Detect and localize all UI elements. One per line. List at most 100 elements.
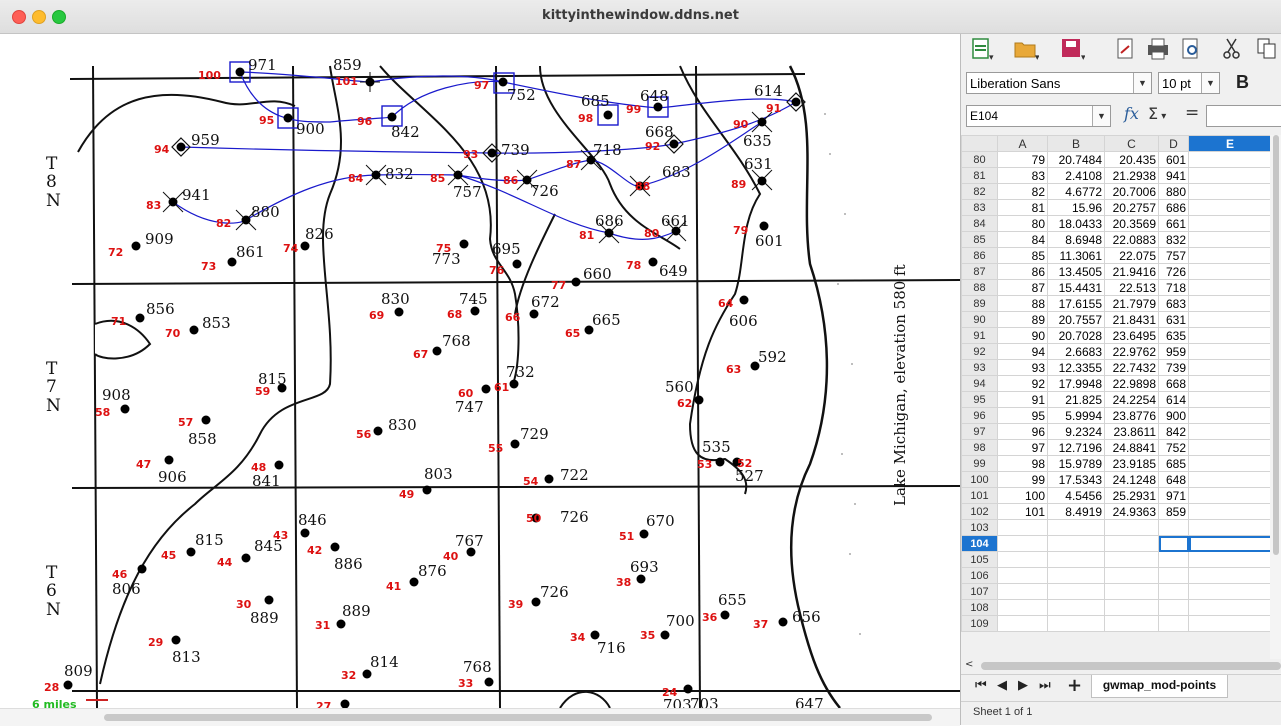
column-header[interactable]: C [1104,135,1159,152]
grid-cell[interactable]: 15.9789 [1047,455,1105,472]
grid-cell[interactable]: 24.1248 [1104,471,1159,488]
row-header[interactable]: 92 [961,343,998,360]
row-header[interactable]: 104 [961,535,998,552]
grid-cell[interactable]: 17.5343 [1047,471,1105,488]
open-folder-icon[interactable]: ▾ [1013,36,1039,62]
grid-cell[interactable]: 81 [997,199,1048,216]
grid-cell[interactable] [1188,375,1272,392]
grid-cell[interactable]: 94 [997,343,1048,360]
row-header[interactable]: 101 [961,487,998,504]
grid-cell[interactable] [1104,519,1159,536]
grid-cell[interactable]: 23.8776 [1104,407,1159,424]
row-header[interactable]: 83 [961,199,998,216]
grid-cell[interactable] [1188,231,1272,248]
chevron-down-icon[interactable]: ▼ [1133,73,1151,93]
row-header[interactable]: 98 [961,439,998,456]
grid-cell[interactable]: 15.4431 [1047,279,1105,296]
grid-cell[interactable]: 20.3569 [1104,215,1159,232]
grid-cell[interactable]: 21.9416 [1104,263,1159,280]
save-icon[interactable]: ▾ [1059,36,1085,62]
grid-cell[interactable]: 17.6155 [1047,295,1105,312]
grid-cell[interactable]: 832 [1158,231,1189,248]
grid-cell[interactable]: 601 [1158,151,1189,168]
next-sheet-icon[interactable]: ▶ [1018,678,1028,693]
row-header[interactable]: 105 [961,551,998,568]
grid-cell[interactable]: 22.0883 [1104,231,1159,248]
row-header[interactable]: 91 [961,327,998,344]
grid-cell[interactable]: 90 [997,327,1048,344]
grid-cell[interactable]: 20.435 [1104,151,1159,168]
grid-cell[interactable]: 17.9948 [1047,375,1105,392]
grid-cell[interactable] [1047,535,1105,552]
grid-cell[interactable]: 22.075 [1104,247,1159,264]
row-header[interactable]: 107 [961,583,998,600]
row-header[interactable]: 103 [961,519,998,536]
function-wizard-icon[interactable]: fx [1124,104,1139,123]
grid-cell[interactable] [997,599,1048,616]
row-header[interactable]: 106 [961,567,998,584]
row-header[interactable]: 89 [961,295,998,312]
row-header[interactable]: 84 [961,215,998,232]
grid-cell[interactable] [1188,487,1272,504]
row-header[interactable]: 108 [961,599,998,616]
grid-cell[interactable] [1188,599,1272,616]
grid-cell[interactable] [1104,583,1159,600]
grid-cell[interactable] [1188,247,1272,264]
grid-cell[interactable]: 683 [1158,295,1189,312]
grid-cell[interactable] [1188,455,1272,472]
scroll-left-icon[interactable]: < [965,659,973,670]
grid-cell[interactable]: 88 [997,295,1048,312]
grid-cell[interactable] [1047,599,1105,616]
grid-cell[interactable]: 25.2931 [1104,487,1159,504]
grid-cell[interactable] [1104,535,1159,552]
grid-cell[interactable]: 98 [997,455,1048,472]
grid-cell[interactable]: 24.9363 [1104,503,1159,520]
grid-cell[interactable] [997,519,1048,536]
grid-cell[interactable]: 21.8431 [1104,311,1159,328]
grid-cell[interactable] [1188,503,1272,520]
row-header[interactable]: 80 [961,151,998,168]
grid-cell[interactable]: 631 [1158,311,1189,328]
grid-cell[interactable] [1188,311,1272,328]
grid-cell[interactable]: 99 [997,471,1048,488]
grid-cell[interactable] [1047,615,1105,632]
grid-cell[interactable]: 86 [997,263,1048,280]
column-header-selected[interactable]: E [1188,135,1272,152]
name-box[interactable]: E104 ▼ [966,105,1111,127]
grid-hscroll-thumb[interactable] [981,662,1281,670]
first-sheet-icon[interactable]: ⏮ [975,678,987,693]
grid-cell[interactable] [1188,567,1272,584]
grid-cell[interactable]: 842 [1158,423,1189,440]
grid-cell[interactable] [1188,551,1272,568]
grid-cell[interactable] [1047,567,1105,584]
grid-cell[interactable] [1188,407,1272,424]
grid-cell[interactable] [1188,327,1272,344]
row-header[interactable]: 94 [961,375,998,392]
row-header[interactable]: 88 [961,279,998,296]
grid-cell[interactable] [1158,551,1189,568]
grid-cell[interactable]: 12.3355 [1047,359,1105,376]
row-header[interactable]: 95 [961,391,998,408]
grid-cell[interactable]: 92 [997,375,1048,392]
grid-cell[interactable] [1047,551,1105,568]
grid-cell[interactable]: 97 [997,439,1048,456]
grid-cell[interactable]: 18.0433 [1047,215,1105,232]
grid-cell[interactable] [1104,615,1159,632]
grid-cell[interactable]: 93 [997,359,1048,376]
grid-cell[interactable]: 22.9762 [1104,343,1159,360]
grid-cell[interactable] [1047,519,1105,536]
new-spreadsheet-icon[interactable]: ▾ [969,36,995,62]
grid-cell[interactable]: 726 [1158,263,1189,280]
grid-cell[interactable]: 2.6683 [1047,343,1105,360]
grid-cell[interactable] [1188,391,1272,408]
grid-cell[interactable] [1188,343,1272,360]
grid-cell[interactable] [1188,215,1272,232]
grid-cell[interactable] [997,535,1048,552]
grid-cell[interactable] [1047,583,1105,600]
row-header[interactable]: 87 [961,263,998,280]
grid-cell[interactable]: 941 [1158,167,1189,184]
row-header[interactable]: 82 [961,183,998,200]
grid-cell[interactable]: 21.825 [1047,391,1105,408]
print-icon[interactable] [1145,36,1171,62]
grid-cell[interactable] [1158,567,1189,584]
